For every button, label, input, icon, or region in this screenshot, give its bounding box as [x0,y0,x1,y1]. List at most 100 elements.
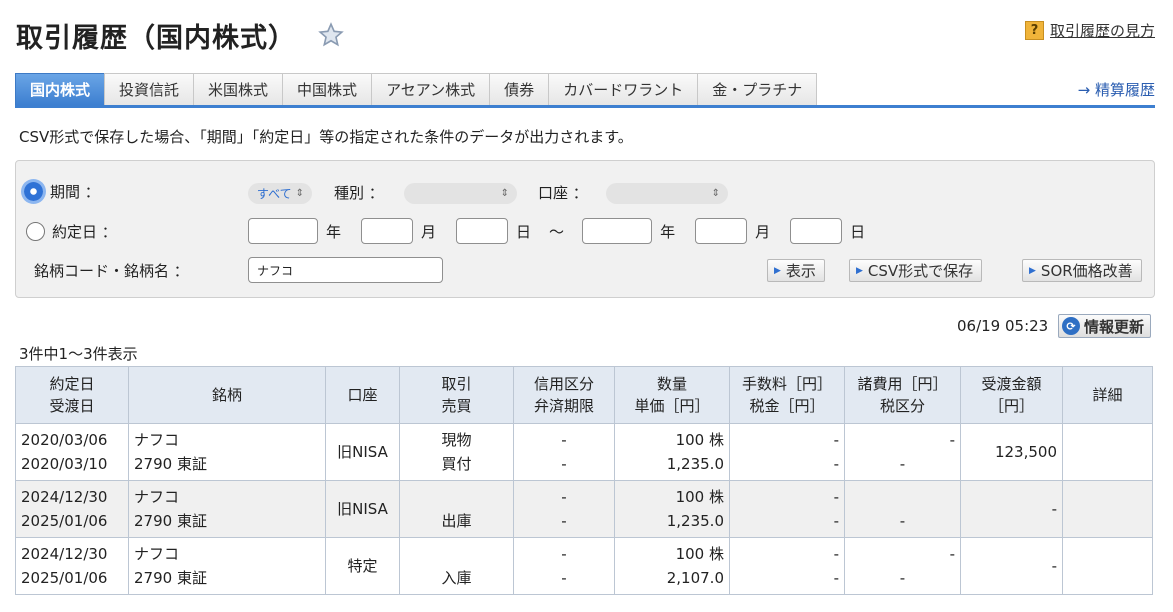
from-day-input[interactable] [456,218,509,244]
col-account: 口座 [325,366,400,424]
stock-name: ナフコ [134,488,180,506]
period-label: 期間 ： [50,183,100,201]
triangle-right-icon: ▶ [1029,265,1036,276]
account-select[interactable]: ⇕ [606,183,728,204]
from-day-unit: 日 [516,222,532,241]
settle-date: 2020/03/10 [21,455,108,473]
account-type: 特定 [325,537,400,595]
update-timestamp: 06/19 05:23 [957,317,1049,335]
col-detail: 詳細 [1062,366,1153,424]
history-table: 約定日 受渡日 銘柄 口座 取引 売買 信用区分 弁済期限 数量 単価［円］ 手数料［円… [15,366,1153,595]
type-select[interactable]: ⇕ [404,183,517,204]
stock-search-input[interactable]: ナフコ [248,257,443,283]
to-month-unit: 月 [755,222,771,241]
col-date: 約定日 受渡日 [15,366,129,424]
filter-panel: 期間 ： すべて ⇕ 種別 ： ⇕ 口座 ： ⇕ 約定日 ： 年 月 日 〜 年 … [15,160,1155,298]
stock-name: ナフコ [134,431,180,449]
trade-date-label: 約定日 ： [52,223,117,241]
period-radio[interactable] [24,182,43,201]
col-amount: 受渡金額 ［円］ [960,366,1063,424]
credit-class: - [561,488,567,506]
col-credit: 信用区分 弁済期限 [513,366,615,424]
select-chevron-icon: ⇕ [295,188,304,199]
csv-save-button-label: CSV形式で保存 [867,262,974,280]
to-year-input[interactable] [582,218,653,244]
help-link-label[interactable]: 取引履歴の見方 [1050,20,1155,41]
triangle-right-icon: ▶ [856,265,863,276]
quantity: 100 株 [675,545,724,563]
other-cost: - [949,545,955,563]
settle-date: 2025/01/06 [21,569,108,587]
tab-china-stocks[interactable]: 中国株式 [282,73,373,105]
account-type: 旧NISA [325,423,400,481]
trade-date-radio[interactable] [26,222,45,241]
refresh-button[interactable]: ⟳ 情報更新 [1058,314,1152,338]
table-row[interactable]: 2024/12/30 2025/01/06 ナフコ 2790 東証 特定 入庫 --… [15,537,1153,595]
repay-deadline: - [561,455,567,473]
fee: - [833,545,839,563]
account-label: 口座 ： [538,184,588,202]
from-month-unit: 月 [421,222,437,241]
tax-class: - [899,569,906,587]
account-type: 旧NISA [325,480,400,538]
settle-date: 2025/01/06 [21,512,108,530]
tax: - [833,455,839,473]
range-tilde: 〜 [549,222,565,241]
table-row[interactable]: 2024/12/30 2025/01/06 ナフコ 2790 東証 旧NISA 出庫… [15,480,1153,538]
sor-button[interactable]: ▶ SOR価格改善 [1022,259,1142,282]
unit-price: 1,235.0 [666,512,724,530]
detail-cell [1062,537,1153,595]
tab-domestic-stocks[interactable]: 国内株式 [15,73,106,105]
detail-cell [1062,423,1153,481]
period-select[interactable]: すべて ⇕ [248,183,312,204]
select-chevron-icon: ⇕ [500,188,509,199]
stock-code: 2790 東証 [134,455,207,473]
settlement-history-link[interactable]: → 精算履歴 [1078,79,1155,100]
refresh-button-label: 情報更新 [1084,317,1145,336]
tab-covered-warrants[interactable]: カバードワラント [548,73,699,105]
stock-label: 銘柄コード・銘柄名 ： [34,262,189,280]
col-trade: 取引 売買 [399,366,514,424]
star-icon[interactable] [318,22,344,48]
other-cost: - [949,431,955,449]
quantity: 100 株 [675,488,724,506]
select-chevron-icon: ⇕ [711,188,720,199]
settlement-amount: 123,500 [960,423,1063,481]
tab-gold-platinum[interactable]: 金・プラチナ [697,73,818,105]
credit-class: - [561,545,567,563]
stock-code: 2790 東証 [134,569,207,587]
fee: - [833,431,839,449]
from-month-input[interactable] [361,218,414,244]
csv-save-button[interactable]: ▶ CSV形式で保存 [849,259,983,282]
tab-asean-stocks[interactable]: アセアン株式 [371,73,491,105]
page-title: 取引履歴（国内株式） [16,23,296,54]
tax-class: - [899,455,906,473]
unit-price: 2,107.0 [666,569,724,587]
help-link[interactable]: ? 取引履歴の見方 [1024,20,1155,41]
show-button[interactable]: ▶ 表示 [767,259,825,282]
tax: - [833,512,839,530]
refresh-icon: ⟳ [1062,317,1080,335]
from-year-input[interactable] [248,218,318,244]
show-button-label: 表示 [785,262,816,280]
from-year-unit: 年 [326,222,342,241]
settlement-amount: - [960,480,1063,538]
table-row[interactable]: 2020/03/06 2020/03/10 ナフコ 2790 東証 旧NISA 現物… [15,423,1153,481]
trade-side: 出庫 [441,512,472,530]
settlement-amount: - [960,537,1063,595]
tax: - [833,569,839,587]
credit-class: - [561,431,567,449]
triangle-right-icon: ▶ [774,265,781,276]
stock-code: 2790 東証 [134,512,207,530]
tab-us-stocks[interactable]: 米国株式 [193,73,284,105]
csv-note: CSV形式で保存した場合、「期間」「約定日」等の指定された条件のデータが出力され… [19,128,633,146]
tab-investment-trusts[interactable]: 投資信託 [104,73,195,105]
col-cost-taxclass: 諸費用［円］ 税区分 [844,366,961,424]
col-fee-tax: 手数料［円］ 税金［円］ [729,366,845,424]
to-day-input[interactable] [790,218,843,244]
sor-button-label: SOR価格改善 [1040,262,1133,280]
fee: - [833,488,839,506]
type-label: 種別 ： [334,184,384,202]
to-month-input[interactable] [695,218,748,244]
tab-bonds[interactable]: 債券 [489,73,550,105]
